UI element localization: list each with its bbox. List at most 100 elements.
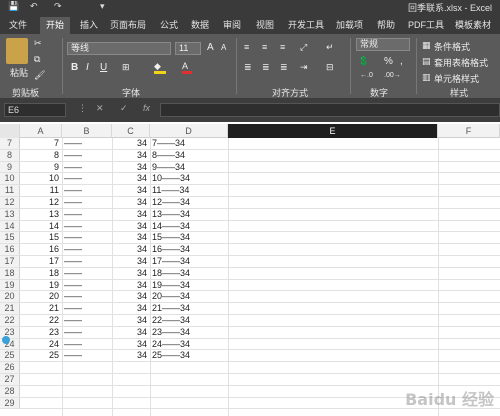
cell-d[interactable]: 12——34 xyxy=(152,197,228,208)
fill-color-icon[interactable]: ◆ xyxy=(154,61,166,74)
cell-b[interactable]: —— xyxy=(64,162,112,173)
cell-d[interactable]: 15——34 xyxy=(152,232,228,243)
worksheet-grid[interactable]: 7 7 —— 34 7——34 8 8 —— 34 8——34 9 9 —— 34 9——34 10 10 —— 3… xyxy=(0,138,500,416)
fill-handle-icon[interactable] xyxy=(2,336,10,344)
cell-c[interactable]: 34 xyxy=(112,173,150,184)
grow-font-icon[interactable]: A xyxy=(207,42,214,53)
tab-pdf-tools[interactable]: PDF工具 xyxy=(408,18,444,34)
tab-developer[interactable]: 开发工具 xyxy=(288,18,324,34)
cell-b[interactable]: —— xyxy=(64,244,112,255)
cell-a[interactable]: 12 xyxy=(20,197,62,208)
cell-c[interactable]: 34 xyxy=(112,244,150,255)
cell-b[interactable]: —— xyxy=(64,350,112,361)
align-right-icon[interactable]: ≣ xyxy=(280,62,288,73)
cell-a[interactable]: 24 xyxy=(20,339,62,350)
row-header[interactable]: 19 xyxy=(0,279,20,291)
cell-d[interactable]: 11——34 xyxy=(152,185,228,196)
conditional-format-icon[interactable]: ▦ xyxy=(422,40,431,51)
cell-d[interactable]: 8——34 xyxy=(152,150,228,161)
tab-home[interactable]: 开始 xyxy=(40,17,71,34)
table-format-icon[interactable]: ▤ xyxy=(422,56,431,67)
orientation-icon[interactable]: ⤢ xyxy=(300,42,307,53)
tab-view[interactable]: 视图 xyxy=(256,18,274,34)
cell-c[interactable]: 34 xyxy=(112,221,150,232)
merge-center-icon[interactable]: ⊟ xyxy=(326,62,334,73)
row-header[interactable]: 9 xyxy=(0,161,20,173)
cell-a[interactable]: 8 xyxy=(20,150,62,161)
tab-formulas[interactable]: 公式 xyxy=(160,18,178,34)
cell-d[interactable] xyxy=(152,386,228,397)
cell-c[interactable]: 34 xyxy=(112,232,150,243)
quick-access-more-icon[interactable]: ▾ xyxy=(100,1,105,12)
row-header[interactable]: 22 xyxy=(0,315,20,326)
cell-c[interactable]: 34 xyxy=(112,150,150,161)
paste-button[interactable]: 粘贴 xyxy=(10,66,28,79)
cell-b[interactable]: —— xyxy=(64,138,112,149)
cell-d[interactable]: 21——34 xyxy=(152,303,228,314)
cell-d[interactable]: 23——34 xyxy=(152,327,228,338)
row-header[interactable]: 17 xyxy=(0,256,20,267)
font-name-select[interactable]: 等线 xyxy=(67,42,171,55)
cell-a[interactable] xyxy=(20,362,62,373)
name-box[interactable]: E6 xyxy=(4,103,66,117)
row-header[interactable]: 10 xyxy=(0,173,20,185)
column-header-f[interactable]: F xyxy=(438,124,500,138)
cell-c[interactable] xyxy=(112,386,150,397)
cell-a[interactable]: 23 xyxy=(20,327,62,338)
cell-a[interactable]: 22 xyxy=(20,315,62,326)
cell-a[interactable]: 17 xyxy=(20,256,62,267)
currency-icon[interactable]: 💲 xyxy=(358,56,369,67)
cell-a[interactable]: 21 xyxy=(20,303,62,314)
format-painter-icon[interactable]: 🖌 xyxy=(34,70,45,81)
font-color-icon[interactable]: A xyxy=(182,61,192,74)
cell-b[interactable]: —— xyxy=(64,150,112,161)
decrease-decimal-icon[interactable]: .00→ xyxy=(384,72,401,79)
tab-help[interactable]: 帮助 xyxy=(377,18,395,34)
cell-d[interactable] xyxy=(152,398,228,409)
number-format-select[interactable]: 常规 xyxy=(356,38,410,51)
cell-d[interactable]: 22——34 xyxy=(152,315,228,326)
cell-c[interactable]: 34 xyxy=(112,327,150,338)
percent-button[interactable]: % xyxy=(384,56,393,67)
cell-c[interactable]: 34 xyxy=(112,256,150,267)
row-header[interactable]: 29 xyxy=(0,397,20,409)
cell-a[interactable]: 10 xyxy=(20,173,62,184)
row-header[interactable]: 14 xyxy=(0,220,20,232)
cell-c[interactable]: 34 xyxy=(112,268,150,279)
border-icon[interactable]: ⊞ xyxy=(122,62,130,73)
cell-a[interactable]: 14 xyxy=(20,221,62,232)
row-header[interactable]: 18 xyxy=(0,267,20,279)
insert-function-icon[interactable]: fx xyxy=(143,103,150,113)
cell-c[interactable]: 34 xyxy=(112,138,150,149)
cell-c[interactable] xyxy=(112,362,150,373)
cell-c[interactable]: 34 xyxy=(112,280,150,291)
cell-a[interactable]: 11 xyxy=(20,185,62,196)
paste-icon[interactable] xyxy=(6,38,28,64)
cancel-icon[interactable]: ✕ xyxy=(96,103,104,114)
cell-d[interactable]: 10——34 xyxy=(152,173,228,184)
cell-a[interactable] xyxy=(20,386,62,397)
row-header[interactable]: 27 xyxy=(0,374,20,385)
column-header-b[interactable]: B xyxy=(62,124,112,138)
cell-b[interactable]: —— xyxy=(64,327,112,338)
cell-d[interactable]: 13——34 xyxy=(152,209,228,220)
shrink-font-icon[interactable]: A xyxy=(221,43,226,52)
row-header[interactable]: 26 xyxy=(0,362,20,373)
cut-icon[interactable]: ✂ xyxy=(34,38,42,49)
cell-c[interactable]: 34 xyxy=(112,315,150,326)
increase-decimal-icon[interactable]: ←.0 xyxy=(360,72,373,79)
tab-review[interactable]: 审阅 xyxy=(223,18,241,34)
enter-icon[interactable]: ✓ xyxy=(120,103,128,114)
font-size-select[interactable]: 11 xyxy=(175,42,201,55)
tab-file[interactable]: 文件 xyxy=(9,18,27,34)
cell-d[interactable]: 14——34 xyxy=(152,221,228,232)
cell-b[interactable]: —— xyxy=(64,232,112,243)
row-header[interactable]: 16 xyxy=(0,244,20,255)
align-center-icon[interactable]: ≣ xyxy=(262,62,270,73)
underline-button[interactable]: U xyxy=(100,62,107,73)
row-header[interactable]: 13 xyxy=(0,208,20,220)
cell-b[interactable]: —— xyxy=(64,303,112,314)
indent-icon[interactable]: ⇥ xyxy=(300,62,308,73)
tab-page-layout[interactable]: 页面布局 xyxy=(110,18,146,34)
column-header-a[interactable]: A xyxy=(20,124,62,138)
